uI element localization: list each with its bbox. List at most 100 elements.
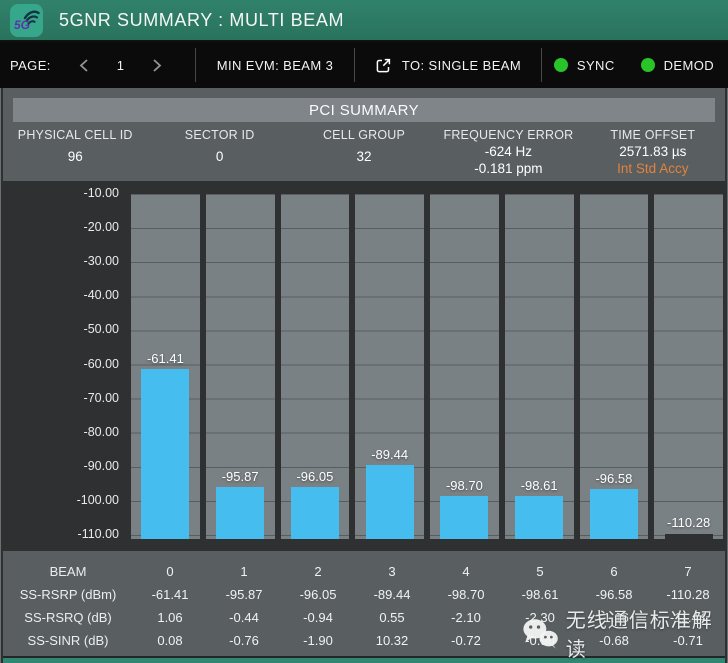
beam-column: -61.41 (131, 194, 200, 539)
min-evm-button[interactable]: MIN EVM: BEAM 3 (196, 42, 354, 88)
table-cell: -0.90 (525, 633, 555, 648)
rsrp-bar (440, 496, 489, 539)
table-cell: 0.08 (157, 633, 183, 648)
external-link-icon (376, 58, 391, 72)
table-cell: -2.30 (525, 610, 555, 625)
y-axis-tick: -100.00 (76, 492, 119, 507)
beam-column: -110.28 (654, 194, 723, 539)
demod-status: DEMOD (640, 57, 714, 73)
sync-status-label: SYNC (576, 57, 615, 73)
table-cell: -110.28 (666, 587, 710, 602)
page-controls: PAGE: 1 (0, 42, 195, 88)
pci-fields: PHYSICAL CELL ID 96 SECTOR ID 0 CELL GROUP 32… (3, 126, 725, 181)
table-cell: 1.06 (157, 610, 183, 625)
bar-value-label: -89.44 (371, 446, 409, 462)
pci-field: FREQUENCY ERROR -624 Hz -0.181 ppm (436, 126, 580, 181)
table-cell: 7 (684, 564, 692, 579)
beam-column: -89.44 (355, 194, 424, 539)
pci-field: CELL GROUP 32 (292, 126, 436, 181)
pci-field-value: 96 (67, 149, 83, 164)
table-cell: 2 (314, 564, 322, 579)
plot-area: -61.41 -95.87 -96.05 -89.44 -98.70 -98.61 -96.… (131, 194, 723, 539)
page-label: PAGE: (10, 57, 51, 73)
toolbar: PAGE: 1 MIN EVM: BEAM 3 TO: SINGLE BEAM (0, 42, 728, 88)
page-prev-button[interactable] (77, 56, 91, 75)
demod-status-label: DEMOD (663, 57, 714, 73)
bar-value-label: -98.61 (520, 478, 558, 494)
to-single-beam-label: TO: SINGLE BEAM (401, 57, 522, 73)
table-cell: -98.61 (521, 587, 559, 602)
svg-text:5G: 5G (14, 18, 30, 32)
pci-field-label: CELL GROUP (322, 128, 406, 142)
pci-field-label: FREQUENCY ERROR (443, 128, 574, 142)
pci-summary-header: PCI SUMMARY (13, 98, 715, 122)
table-cell: -0.72 (451, 633, 481, 648)
y-axis-tick: -30.00 (83, 254, 119, 269)
table-row-label: SS-SINR (dB) (27, 633, 109, 648)
pci-field-value: 2571.83 µs (619, 144, 687, 159)
table-cell: -0.71 (673, 633, 703, 648)
y-axis-tick: -20.00 (83, 220, 119, 235)
app-window: 5G 5GNR SUMMARY : MULTI BEAM PAGE: 1 MIN… (0, 0, 728, 663)
bottom-accent-strip (3, 656, 725, 663)
rsrp-bar (216, 486, 265, 539)
main-content: PCI SUMMARY PHYSICAL CELL ID 96 SECTOR ID 0… (0, 88, 728, 663)
beam-column: -95.87 (205, 194, 275, 539)
beam-rsrp-chart: -10.00 -20.00 -30.00 -40.00 -50.00 -60.00 -70.… (3, 181, 725, 551)
bar-value-label: -95.87 (221, 468, 259, 484)
table-cell: 5 (536, 564, 544, 579)
pci-field-value: 32 (356, 149, 372, 164)
table-cell: -1.16 (599, 610, 629, 625)
table-cell: 1 (240, 564, 248, 579)
status-indicators: SYNC DEMOD (542, 42, 728, 88)
table-cell: 4 (462, 564, 470, 579)
table-cell: 0 (166, 564, 174, 579)
min-evm-label: MIN EVM: BEAM 3 (216, 57, 334, 73)
chevron-left-icon (79, 58, 88, 72)
5g-logo-icon: 5G (10, 3, 43, 37)
bar-value-label: -110.28 (667, 515, 711, 530)
pci-field: PHYSICAL CELL ID 96 (3, 126, 147, 181)
y-axis-tick: -50.00 (83, 322, 119, 337)
page-title: 5GNR SUMMARY : MULTI BEAM (59, 9, 345, 30)
table-cell: 6 (610, 564, 618, 579)
table-cell: -0.94 (303, 610, 333, 625)
table-cell: -61.41 (151, 587, 189, 602)
page-next-button[interactable] (150, 56, 164, 75)
pci-field: SECTOR ID 0 (147, 126, 291, 181)
page-number: 1 (116, 57, 125, 73)
table-cell: -0.76 (229, 633, 259, 648)
rsrp-bar (589, 489, 638, 539)
beam-results-table: BEAM 0 1 2 3 4 5 6 7 SS-RSRP (dBm) -61.41 -95.87 -96… (3, 551, 725, 656)
beam-column: -98.61 (504, 194, 574, 539)
y-axis-tick: -70.00 (83, 390, 119, 405)
pci-field-label: TIME OFFSET (610, 128, 696, 142)
rsrp-bar (290, 487, 339, 539)
pci-summary-section: PCI SUMMARY PHYSICAL CELL ID 96 SECTOR ID 0… (3, 88, 725, 181)
y-axis-tick: -90.00 (83, 458, 119, 473)
table-cell: 10.32 (375, 633, 409, 648)
to-single-beam-button[interactable]: TO: SINGLE BEAM (355, 42, 541, 88)
table-cell: -0.68 (599, 633, 629, 648)
sync-status: SYNC (553, 57, 615, 73)
table-cell: 0.55 (379, 610, 405, 625)
table-cell: -0.44 (229, 610, 259, 625)
table-cell: -96.05 (299, 587, 337, 602)
pci-field: TIME OFFSET 2571.83 µs Int Std Accy (581, 126, 725, 181)
y-axis-tick: -80.00 (83, 424, 119, 439)
pci-field-label: SECTOR ID (184, 128, 255, 142)
y-axis-tick: -60.00 (83, 356, 119, 371)
rsrp-bar (365, 464, 414, 539)
y-axis: -10.00 -20.00 -30.00 -40.00 -50.00 -60.00 -70.… (3, 181, 123, 551)
table-cell: -1.90 (303, 633, 333, 648)
table-row-label: SS-RSRQ (dB) (24, 610, 112, 625)
table-cell: -11.44 (670, 610, 706, 625)
bar-value-label: -96.58 (595, 471, 633, 487)
pci-field-value: Int Std Accy (617, 161, 689, 176)
pci-field-value: 0 (215, 149, 224, 164)
table-row-label: BEAM (49, 564, 87, 579)
table-cell: -95.87 (225, 587, 263, 602)
table-row-label: SS-RSRP (dBm) (19, 587, 117, 602)
title-bar: 5G 5GNR SUMMARY : MULTI BEAM (0, 0, 728, 42)
demod-status-dot-icon (640, 58, 655, 72)
